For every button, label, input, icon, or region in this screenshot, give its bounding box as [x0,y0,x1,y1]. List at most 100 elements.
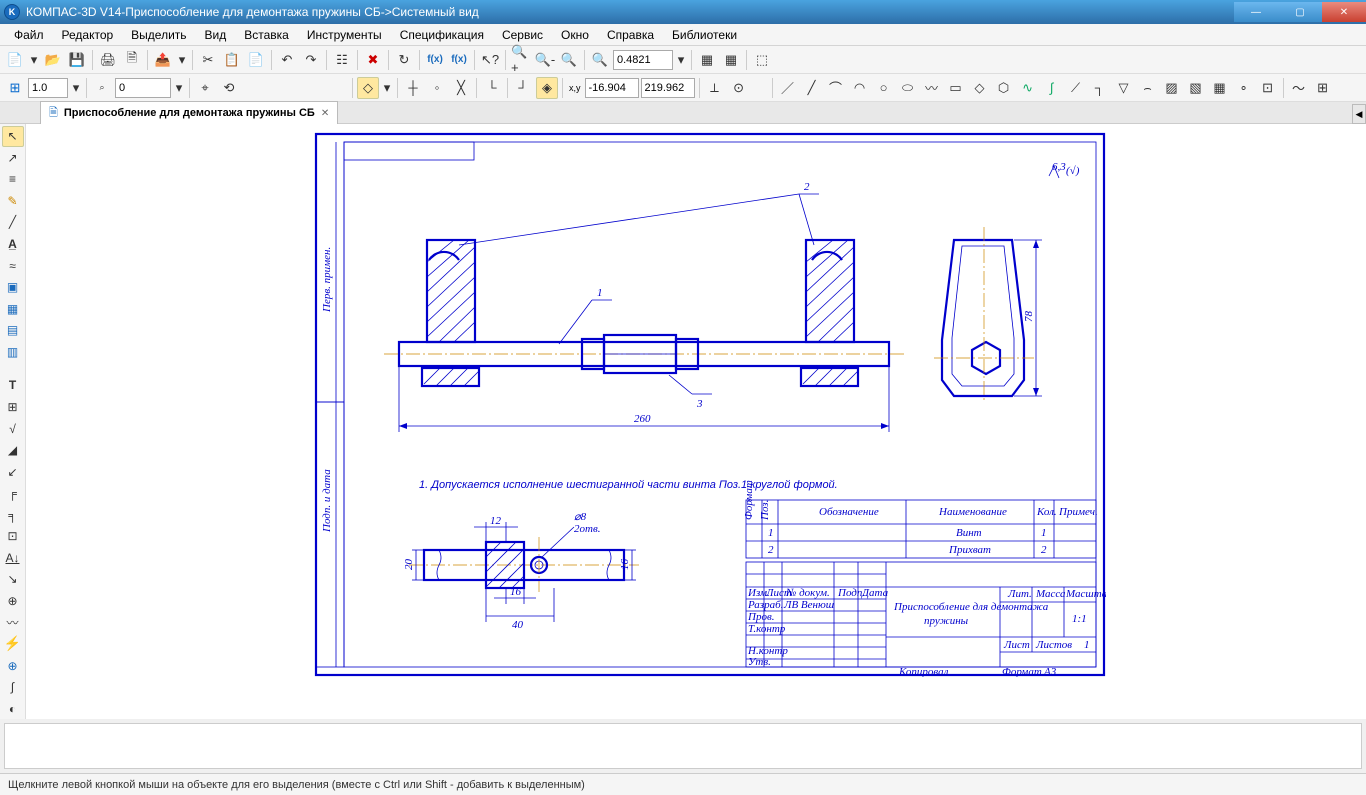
stop-button[interactable]: ✖ [362,49,384,71]
side-dim[interactable]: ↗ [2,148,24,169]
geom-shade[interactable]: ▦ [1209,77,1231,99]
menu-select[interactable]: Выделить [123,26,194,44]
print-button[interactable]: 🖨 [97,49,119,71]
side-table[interactable]: ⊞ [2,397,24,418]
menu-help[interactable]: Справка [599,26,662,44]
menu-tools[interactable]: Инструменты [299,26,390,44]
geom-bezier[interactable]: ∿ [1017,77,1039,99]
step-dropdown[interactable]: ▾ [70,77,82,99]
side-at[interactable]: A↓ [2,548,24,569]
side-block2[interactable]: ▦ [2,298,24,319]
geom-contour[interactable]: ∫ [1041,77,1063,99]
refresh-button[interactable]: ↻ [393,49,415,71]
geom-spline[interactable]: 〰 [921,77,943,99]
zoom-dropdown[interactable]: ▾ [675,49,687,71]
geom-rect[interactable]: ▭ [945,77,967,99]
menu-libs[interactable]: Библиотеки [664,26,745,44]
snap3[interactable]: ╳ [450,77,472,99]
angle-input[interactable] [115,78,171,98]
menu-window[interactable]: Окно [553,26,597,44]
redo-button[interactable]: ↷ [300,49,322,71]
coord-x-input[interactable] [585,78,639,98]
geom-arc2[interactable]: ◠ [849,77,871,99]
geom-fillet[interactable]: ⌢ [1137,77,1159,99]
side-center[interactable]: ⊕ [2,591,24,612]
help-cursor-button[interactable]: ↖? [479,49,501,71]
zoom-fit-button[interactable]: 🔍 [589,49,611,71]
geom-hatch[interactable]: ▨ [1161,77,1183,99]
menu-file[interactable]: Файл [6,26,52,44]
side-tol[interactable]: ⊡ [2,526,24,547]
geom-circle[interactable]: ○ [873,77,895,99]
side-last[interactable]: ◐ [2,698,24,719]
open-button[interactable]: 📂 [42,49,64,71]
cut-button[interactable]: ✂ [197,49,219,71]
side-report[interactable]: ▤ [2,320,24,341]
doc-tab-close-icon[interactable]: ✕ [321,108,329,119]
side-wave[interactable]: 〰 [2,612,24,633]
layer-button[interactable]: ⬚ [751,49,773,71]
side-spec[interactable]: ▥ [2,341,24,362]
minimize-button[interactable]: — [1234,2,1278,22]
ortho-dropdown[interactable]: ▾ [381,77,393,99]
side-rough[interactable]: √ [2,418,24,439]
geom-text[interactable]: 〜 [1288,77,1310,99]
coord-y-input[interactable] [641,78,695,98]
side-ruler[interactable]: ╱ [2,212,24,233]
zoom-out-button[interactable]: 🔍- [534,49,556,71]
snap-button[interactable]: ⊞ [4,77,26,99]
doc-tab[interactable]: 🗎 Приспособление для демонтажа пружины С… [40,101,338,125]
geom-region[interactable]: ▧ [1185,77,1207,99]
side-block[interactable]: ▣ [2,277,24,298]
side-text2[interactable]: T [2,375,24,396]
zoom-value-input[interactable] [613,50,673,70]
maximize-button[interactable]: ▢ [1278,2,1322,22]
menu-service[interactable]: Сервис [494,26,551,44]
side-text[interactable]: A̲ [2,234,24,255]
new-dropdown[interactable]: ▾ [28,49,40,71]
snap2[interactable]: ◦ [426,77,448,99]
menu-edit[interactable]: Редактор [54,26,122,44]
drawing-canvas[interactable]: Перв. примен. Подп. и дата 6,3 (√) [26,124,1366,719]
export-dropdown[interactable]: ▾ [176,49,188,71]
angle-dropdown[interactable]: ▾ [173,77,185,99]
snap4[interactable]: └ [481,77,503,99]
side-leader[interactable]: ↙ [2,461,24,482]
osnap-a[interactable]: ⟂ [704,77,726,99]
geom-poly[interactable]: ⬡ [993,77,1015,99]
osnap-b[interactable]: ⊙ [728,77,750,99]
ortho-button[interactable]: ◇ [357,77,379,99]
menu-spec[interactable]: Спецификация [392,26,492,44]
zoom-window-button[interactable]: 🔍 [558,49,580,71]
right-flyout-handle[interactable]: ◀ [1352,104,1366,124]
side-sym[interactable]: ≡ [2,169,24,190]
side-spline2[interactable]: ∫ [2,677,24,698]
ucs2-button[interactable]: ⟲ [218,77,240,99]
geom-line[interactable]: ／ [777,77,799,99]
geom-ellipse[interactable]: ⬭ [897,77,919,99]
side-arrow[interactable]: ↘ [2,569,24,590]
copy-button[interactable]: 📋 [221,49,243,71]
snap6[interactable]: ◈ [536,77,558,99]
geom-break[interactable]: ┐ [1089,77,1111,99]
side-brand[interactable]: ╒ [2,483,24,504]
side-autoax[interactable]: ⚡ [2,634,24,655]
geom-point[interactable]: ∘ [1233,77,1255,99]
geom-extra[interactable]: ⊞ [1312,77,1334,99]
side-crosshair[interactable]: ⊕ [2,655,24,676]
menu-view[interactable]: Вид [197,26,235,44]
geom-final[interactable]: ⊡ [1257,77,1279,99]
zoom-in-button[interactable]: 🔍+ [510,49,532,71]
snap1[interactable]: ┼ [402,77,424,99]
side-edit[interactable]: ✎ [2,191,24,212]
properties-button[interactable]: ☷ [331,49,353,71]
ucs-button[interactable]: ⌖ [194,77,216,99]
side-base[interactable]: ◢ [2,440,24,461]
new-button[interactable]: 📄 [4,49,26,71]
close-button[interactable]: ✕ [1322,2,1366,22]
grid-button[interactable]: ▦ [696,49,718,71]
var-button[interactable]: f(x) [424,49,446,71]
snap5[interactable]: ┘ [512,77,534,99]
print-preview-button[interactable]: 🗎 [121,49,143,71]
grid2-button[interactable]: ▦ [720,49,742,71]
